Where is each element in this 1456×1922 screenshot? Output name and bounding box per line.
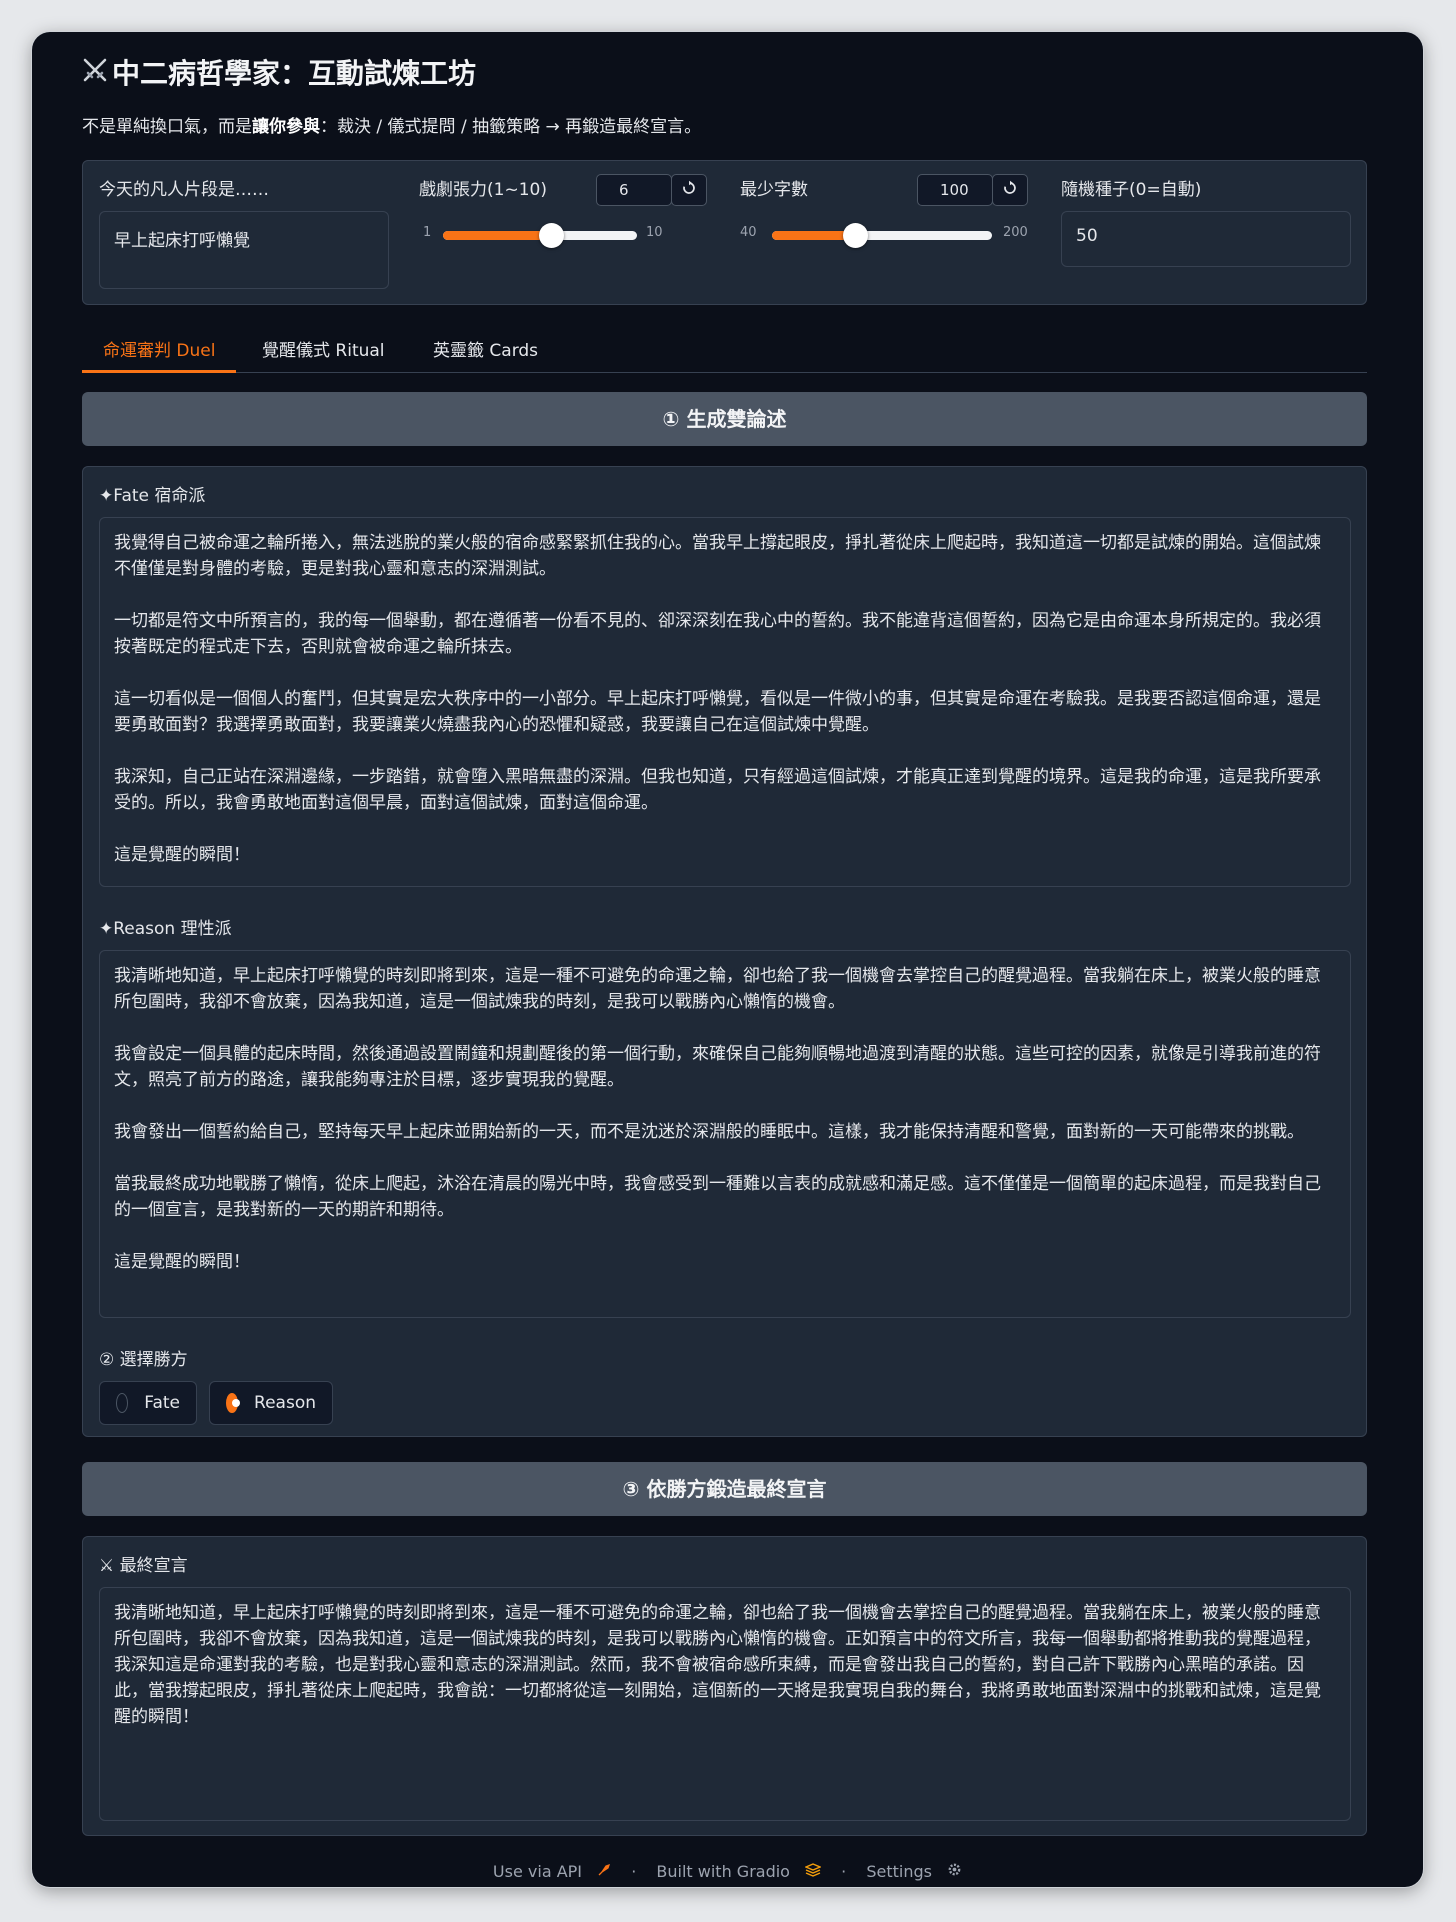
seed-label: 隨機種子(0=自動) xyxy=(1061,180,1202,200)
settings-text: Settings xyxy=(866,1862,932,1881)
final-textarea[interactable]: 我清晰地知道，早上起床打呼懶覺的時刻即將到來，這是一種不可避免的命運之輪，卻也給… xyxy=(99,1587,1351,1821)
tab-bar: 命運審判 Duel 覺醒儀式 Ritual 英靈籤 Cards xyxy=(82,332,1367,373)
controls-panel: 今天的凡人片段是…… 早上起床打呼懶覺 戲劇張力(1~10) 6 1 10 最少… xyxy=(82,160,1367,305)
forge-declaration-button[interactable]: ③ 依勝方鍛造最終宣言 xyxy=(82,1462,1367,1516)
rocket-icon xyxy=(597,1862,611,1881)
min-words-min-label: 40 xyxy=(740,225,757,240)
gradio-logo-icon xyxy=(804,1862,822,1881)
footer-separator: · xyxy=(631,1862,637,1881)
winner-radio-group: Fate Reason xyxy=(99,1381,499,1425)
winner-label: ② 選擇勝方 xyxy=(99,1350,188,1370)
drama-max-label: 10 xyxy=(646,225,663,240)
min-words-slider[interactable] xyxy=(772,223,992,248)
radio-reason-label: Reason xyxy=(254,1393,316,1413)
tab-duel[interactable]: 命運審判 Duel xyxy=(82,332,237,373)
app-window: 中二病哲學家：互動試煉工坊 不是單純換口氣，而是讓你參與：裁決 / 儀式提問 /… xyxy=(32,32,1423,1887)
tab-cards[interactable]: 英靈籤 Cards xyxy=(412,332,559,370)
subtitle-text-end: ：裁決 / 儀式提問 / 抽籤策略 → 再鍛造最終宣言。 xyxy=(320,117,702,137)
footer-separator: · xyxy=(841,1862,847,1881)
settings-link[interactable]: Settings xyxy=(861,1862,967,1881)
min-words-reset-button[interactable] xyxy=(992,174,1028,206)
reset-icon xyxy=(1002,180,1018,200)
title-text: 中二病哲學家：互動試煉工坊 xyxy=(112,57,477,90)
fate-paragraph: 一切都是符文中所預言的，我的每一個舉動，都在遵循著一份看不見的、卻深深刻在我心中… xyxy=(114,611,1321,657)
crossed-swords-icon xyxy=(82,57,112,90)
reason-label: ✦Reason 理性派 xyxy=(99,919,232,939)
page-title: 中二病哲學家：互動試煉工坊 xyxy=(82,52,476,92)
drama-slider[interactable] xyxy=(443,223,637,248)
generate-arguments-button[interactable]: ① 生成雙論述 xyxy=(82,392,1367,446)
drama-number-input[interactable]: 6 xyxy=(596,174,672,206)
drama-label: 戲劇張力(1~10) xyxy=(419,180,547,200)
reason-paragraph: 我會設定一個具體的起床時間，然後通過設置鬧鐘和規劃醒後的第一個行動，來確保自己能… xyxy=(114,1044,1321,1090)
final-panel: ⚔ 最終宣言 我清晰地知道，早上起床打呼懶覺的時刻即將到來，這是一種不可避免的命… xyxy=(82,1536,1367,1836)
radio-reason[interactable]: Reason xyxy=(209,1381,333,1425)
subtitle-text: 不是單純換口氣，而是 xyxy=(82,117,252,137)
reason-paragraph: 我清晰地知道，早上起床打呼懶覺的時刻即將到來，這是一種不可避免的命運之輪，卻也給… xyxy=(114,966,1321,1012)
fate-paragraph: 這一切看似是一個個人的奮鬥，但其實是宏大秩序中的一小部分。早上起床打呼懶覺，看似… xyxy=(114,689,1321,735)
drama-slider-fill xyxy=(443,231,551,240)
radio-fate-label: Fate xyxy=(144,1393,180,1413)
drama-reset-button[interactable] xyxy=(671,174,707,206)
page-subtitle: 不是單純換口氣，而是讓你參與：裁決 / 儀式提問 / 抽籤策略 → 再鍛造最終宣… xyxy=(82,112,701,137)
min-words-label: 最少字數 xyxy=(740,180,808,200)
radio-dot-fate xyxy=(116,1393,129,1413)
subtitle-emphasis: 讓你參與 xyxy=(252,117,320,137)
tab-ritual[interactable]: 覺醒儀式 Ritual xyxy=(241,332,406,370)
fate-textarea[interactable]: 我覺得自己被命運之輪所捲入，無法逃脫的業火般的宿命感緊緊抓住我的心。當我早上撐起… xyxy=(99,517,1351,887)
segment-label: 今天的凡人片段是…… xyxy=(99,180,269,200)
segment-input[interactable]: 早上起床打呼懶覺 xyxy=(99,211,389,289)
built-text: Built with Gradio xyxy=(656,1862,790,1881)
min-words-number-input[interactable]: 100 xyxy=(917,174,993,206)
seed-input[interactable]: 50 xyxy=(1061,211,1351,267)
footer: Use via API · Built with Gradio · Settin… xyxy=(32,1862,1423,1881)
use-via-api-link[interactable]: Use via API xyxy=(488,1862,616,1881)
arguments-panel: ✦Fate 宿命派 我覺得自己被命運之輪所捲入，無法逃脫的業火般的宿命感緊緊抓住… xyxy=(82,466,1367,1437)
radio-fate[interactable]: Fate xyxy=(99,1381,197,1425)
radio-dot-reason xyxy=(226,1393,241,1413)
drama-slider-thumb[interactable] xyxy=(538,223,564,248)
min-words-slider-thumb[interactable] xyxy=(842,223,868,248)
drama-min-label: 1 xyxy=(423,225,432,240)
api-text: Use via API xyxy=(492,1862,583,1881)
reset-icon xyxy=(681,180,697,200)
built-with-gradio-link[interactable]: Built with Gradio xyxy=(651,1862,826,1881)
final-label: ⚔ 最終宣言 xyxy=(99,1556,188,1576)
min-words-max-label: 200 xyxy=(1003,225,1028,240)
fate-paragraph: 我覺得自己被命運之輪所捲入，無法逃脫的業火般的宿命感緊緊抓住我的心。當我早上撐起… xyxy=(114,533,1321,579)
reason-paragraph: 當我最終成功地戰勝了懶惰，從床上爬起，沐浴在清晨的陽光中時，我會感受到一種難以言… xyxy=(114,1174,1321,1220)
fate-paragraph: 我深知，自己正站在深淵邊緣，一步踏錯，就會墮入黑暗無盡的深淵。但我也知道，只有經… xyxy=(114,767,1321,813)
fate-label: ✦Fate 宿命派 xyxy=(99,486,206,506)
reason-paragraph: 我會發出一個誓約給自己，堅持每天早上起床並開始新的一天，而不是沈迷於深淵般的睡眠… xyxy=(114,1122,1304,1142)
gear-icon xyxy=(947,1862,962,1881)
reason-paragraph: 這是覺醒的瞬間！ xyxy=(114,1252,250,1272)
reason-textarea[interactable]: 我清晰地知道，早上起床打呼懶覺的時刻即將到來，這是一種不可避免的命運之輪，卻也給… xyxy=(99,950,1351,1318)
fate-paragraph: 這是覺醒的瞬間！ xyxy=(114,845,250,865)
